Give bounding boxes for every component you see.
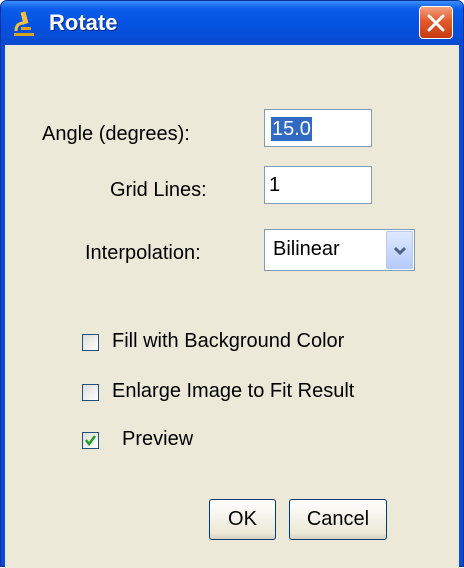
microscope-icon	[11, 9, 37, 37]
interpolation-label: Interpolation:	[85, 242, 201, 264]
dialog-content: Angle (degrees): 15.0 Grid Lines: Interp…	[5, 45, 459, 568]
preview-checkbox[interactable]	[82, 432, 99, 449]
interpolation-dropdown[interactable]: Bilinear	[264, 229, 415, 271]
angle-value: 15.0	[271, 117, 312, 141]
grid-lines-field[interactable]	[264, 166, 372, 204]
grid-lines-input[interactable]	[265, 167, 371, 203]
fill-background-label: Fill with Background Color	[112, 330, 345, 352]
angle-field[interactable]: 15.0	[264, 109, 372, 147]
interpolation-selected-value: Bilinear	[273, 238, 340, 260]
close-button[interactable]	[419, 6, 453, 39]
angle-label: Angle (degrees):	[42, 123, 190, 145]
grid-lines-label: Grid Lines:	[110, 179, 207, 201]
dialog-title: Rotate	[49, 10, 118, 35]
dropdown-button[interactable]	[386, 231, 413, 269]
checkmark-icon	[85, 435, 96, 447]
title-bar[interactable]: Rotate	[1, 1, 463, 45]
enlarge-image-checkbox[interactable]	[82, 384, 99, 401]
fill-background-checkbox[interactable]	[82, 334, 99, 351]
preview-label: Preview	[122, 428, 194, 450]
cancel-button[interactable]: Cancel	[289, 499, 387, 540]
enlarge-image-label: Enlarge Image to Fit Result	[112, 380, 355, 402]
rotate-dialog-window: Rotate Angle (degrees): 15.0 Grid Lines:…	[0, 0, 464, 568]
ok-button[interactable]: OK	[209, 499, 276, 540]
